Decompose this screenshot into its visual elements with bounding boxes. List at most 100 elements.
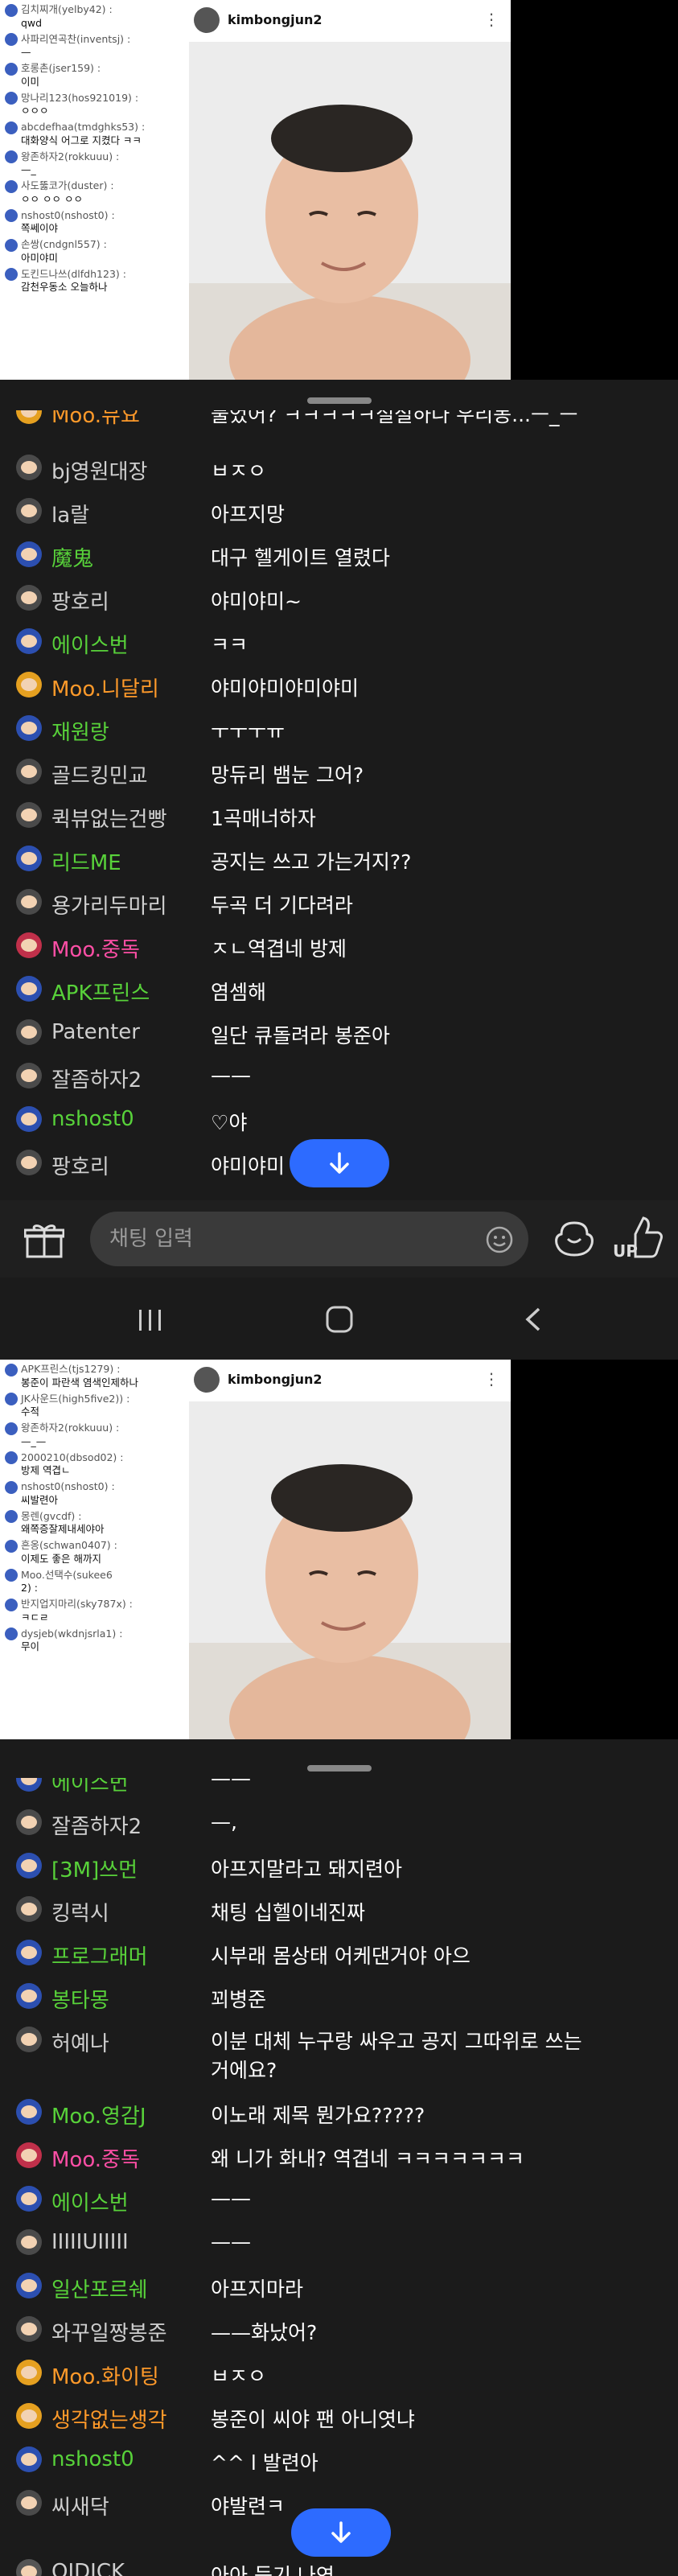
chat-nick[interactable]: 봉타몽 xyxy=(51,1984,109,2014)
nav-home-icon[interactable] xyxy=(325,1305,354,1334)
chat-row: 용가리두마리 두곡 더 기다려라 xyxy=(0,879,678,922)
chat-nick[interactable]: 일산포르쉐 xyxy=(51,2274,148,2303)
nav-back-icon[interactable] xyxy=(521,1307,544,1332)
user-avatar[interactable] xyxy=(16,2229,42,2255)
chat-nick[interactable]: nshost0 xyxy=(51,1107,134,1131)
user-avatar[interactable] xyxy=(16,1809,42,1835)
user-avatar[interactable] xyxy=(16,932,42,958)
chat-nick[interactable]: 팡호리 xyxy=(51,1150,109,1180)
chat-nick[interactable]: 잘좀하자2 xyxy=(51,1810,142,1840)
more-options-icon[interactable]: ⋮ xyxy=(483,1369,499,1389)
chat-nick[interactable]: 용가리두마리 xyxy=(51,890,167,920)
chat-nick[interactable]: 씨새닥 xyxy=(51,2491,109,2520)
drag-handle[interactable] xyxy=(307,397,372,404)
chat-nick[interactable]: 와꾸일짱봉준 xyxy=(51,2317,167,2347)
user-avatar[interactable] xyxy=(16,1019,42,1045)
chat-nick[interactable]: 재원랑 xyxy=(51,716,109,746)
streamer-name[interactable]: kimbongjun2 xyxy=(228,1372,322,1387)
chat-list[interactable]: bj영원대장 ㅂㅈㅇ la랄 아프지망 魔鬼 대구 헬게이트 열렸다 팡호리 야미야미~ 에이스… xyxy=(0,444,678,1192)
chat-nick[interactable]: Moo.화이팅 xyxy=(51,2360,159,2390)
smile-icon[interactable] xyxy=(486,1226,513,1253)
chat-nick[interactable]: 골드킹민교 xyxy=(51,759,148,789)
user-avatar[interactable] xyxy=(16,1150,42,1175)
chat-nick[interactable]: 허예나 xyxy=(51,2027,109,2057)
chat-nick[interactable]: 잘좀하자2 xyxy=(51,1064,142,1093)
chat-nick[interactable]: 리드ME xyxy=(51,846,121,876)
user-avatar[interactable] xyxy=(16,2027,42,2052)
user-avatar[interactable] xyxy=(16,2186,42,2212)
user-avatar[interactable] xyxy=(16,2446,42,2472)
chat-nick[interactable]: Moo.뮤요 xyxy=(51,410,140,429)
chat-nick[interactable]: Moo.중독 xyxy=(51,933,140,963)
chat-nick[interactable]: 팡호리 xyxy=(51,586,109,615)
chat-nick[interactable]: Moo.영감J xyxy=(51,2100,146,2130)
user-badge-icon xyxy=(5,1422,18,1435)
user-avatar[interactable] xyxy=(16,2142,42,2168)
user-avatar[interactable] xyxy=(16,889,42,915)
user-avatar[interactable] xyxy=(16,802,42,828)
user-avatar[interactable] xyxy=(16,976,42,1002)
user-avatar[interactable] xyxy=(16,2490,42,2516)
chat-list[interactable]: 잘좀하자2 —, [3M]쓰먼 아프지말라고 돼지련아 킹럭시 채팅 십헬이네진짜 프로그래… xyxy=(0,1799,678,2539)
camera-view[interactable]: kimbongjun2 ⋮ xyxy=(189,0,511,380)
chat-nick[interactable]: Moo.니달리 xyxy=(51,673,159,702)
chat-nick[interactable]: 에이스번 xyxy=(51,2187,129,2216)
chat-nick[interactable]: 에이스번 xyxy=(51,629,129,659)
more-options-icon[interactable]: ⋮ xyxy=(483,10,499,29)
user-avatar[interactable] xyxy=(16,628,42,654)
chat-input[interactable] xyxy=(90,1212,528,1266)
chat-message: 봉준이 씨야 팬 아니엿냐 xyxy=(211,2408,415,2431)
chat-row: Moo.영감J 이노래 제목 뭔가요????? xyxy=(0,2088,678,2132)
thumbs-up-icon[interactable]: UP xyxy=(611,1215,663,1260)
chat-nick[interactable]: OIDICK xyxy=(51,2560,125,2576)
user-avatar[interactable] xyxy=(16,846,42,871)
nav-recent-icon[interactable] xyxy=(137,1308,164,1332)
chat-nick[interactable]: 킹럭시 xyxy=(51,1897,109,1927)
user-avatar[interactable] xyxy=(16,759,42,784)
chat-nick[interactable]: bj영원대장 xyxy=(51,455,147,485)
user-avatar[interactable] xyxy=(16,2273,42,2298)
emote-icon[interactable] xyxy=(555,1220,594,1257)
user-avatar[interactable] xyxy=(16,2316,42,2342)
chat-nick[interactable]: 프로그래머 xyxy=(51,1940,148,1970)
user-avatar[interactable] xyxy=(16,2360,42,2385)
user-avatar[interactable] xyxy=(16,672,42,697)
chat-nick[interactable]: Moo.중독 xyxy=(51,2143,140,2173)
overlay-nick: 망나리123(hos921019) : xyxy=(21,91,139,104)
chat-nick[interactable]: [3M]쓰먼 xyxy=(51,1854,138,1883)
chat-nick[interactable]: Patenter xyxy=(51,1020,140,1044)
chat-nick[interactable]: APK프린스 xyxy=(51,977,150,1006)
chat-nick[interactable]: 에이스번 xyxy=(51,1778,129,1796)
camera-view[interactable]: kimbongjun2 ⋮ xyxy=(189,1360,511,1739)
user-avatar[interactable] xyxy=(16,1896,42,1922)
chat-nick[interactable]: nshost0 xyxy=(51,2447,134,2471)
user-avatar[interactable] xyxy=(16,2099,42,2125)
chat-nick[interactable]: 퀵뷰없는건빵 xyxy=(51,803,167,833)
user-avatar[interactable] xyxy=(16,541,42,567)
scroll-to-bottom-button[interactable] xyxy=(290,1139,389,1187)
user-avatar[interactable] xyxy=(16,498,42,524)
user-avatar[interactable] xyxy=(16,1106,42,1132)
user-avatar[interactable] xyxy=(16,455,42,480)
streamer-avatar[interactable] xyxy=(194,1367,220,1393)
user-avatar[interactable] xyxy=(16,2403,42,2429)
user-avatar[interactable] xyxy=(16,585,42,611)
chat-nick[interactable]: 생각없는생각 xyxy=(51,2404,167,2434)
streamer-avatar[interactable] xyxy=(194,7,220,33)
user-avatar[interactable] xyxy=(16,1063,42,1088)
drag-handle[interactable] xyxy=(307,1765,372,1772)
chat-nick[interactable]: 魔鬼 xyxy=(51,542,93,572)
video-area[interactable]: APK프린스(tjs1279) : 봉준이 파란색 염색인제하나 JK사운드(hig… xyxy=(0,1360,678,1739)
user-avatar[interactable] xyxy=(16,715,42,741)
gift-icon[interactable] xyxy=(24,1223,64,1258)
scroll-to-bottom-button[interactable] xyxy=(291,2508,391,2557)
overlay-nick: 왕존하자2(rokkuuu) : xyxy=(21,1422,120,1434)
user-avatar[interactable] xyxy=(16,1940,42,1965)
streamer-name[interactable]: kimbongjun2 xyxy=(228,12,322,27)
user-avatar[interactable] xyxy=(16,1853,42,1879)
chat-nick[interactable]: la랄 xyxy=(51,499,89,529)
video-area[interactable]: 김치찌개(yelby42) : qwd 사파리연곡찬(inventsj) : — 호롱촌… xyxy=(0,0,678,380)
overlay-nick: abcdefhaa(tmdghks53) : xyxy=(21,121,146,133)
user-avatar[interactable] xyxy=(16,1983,42,2009)
chat-nick[interactable]: IIIIIUIIIII xyxy=(51,2230,129,2254)
